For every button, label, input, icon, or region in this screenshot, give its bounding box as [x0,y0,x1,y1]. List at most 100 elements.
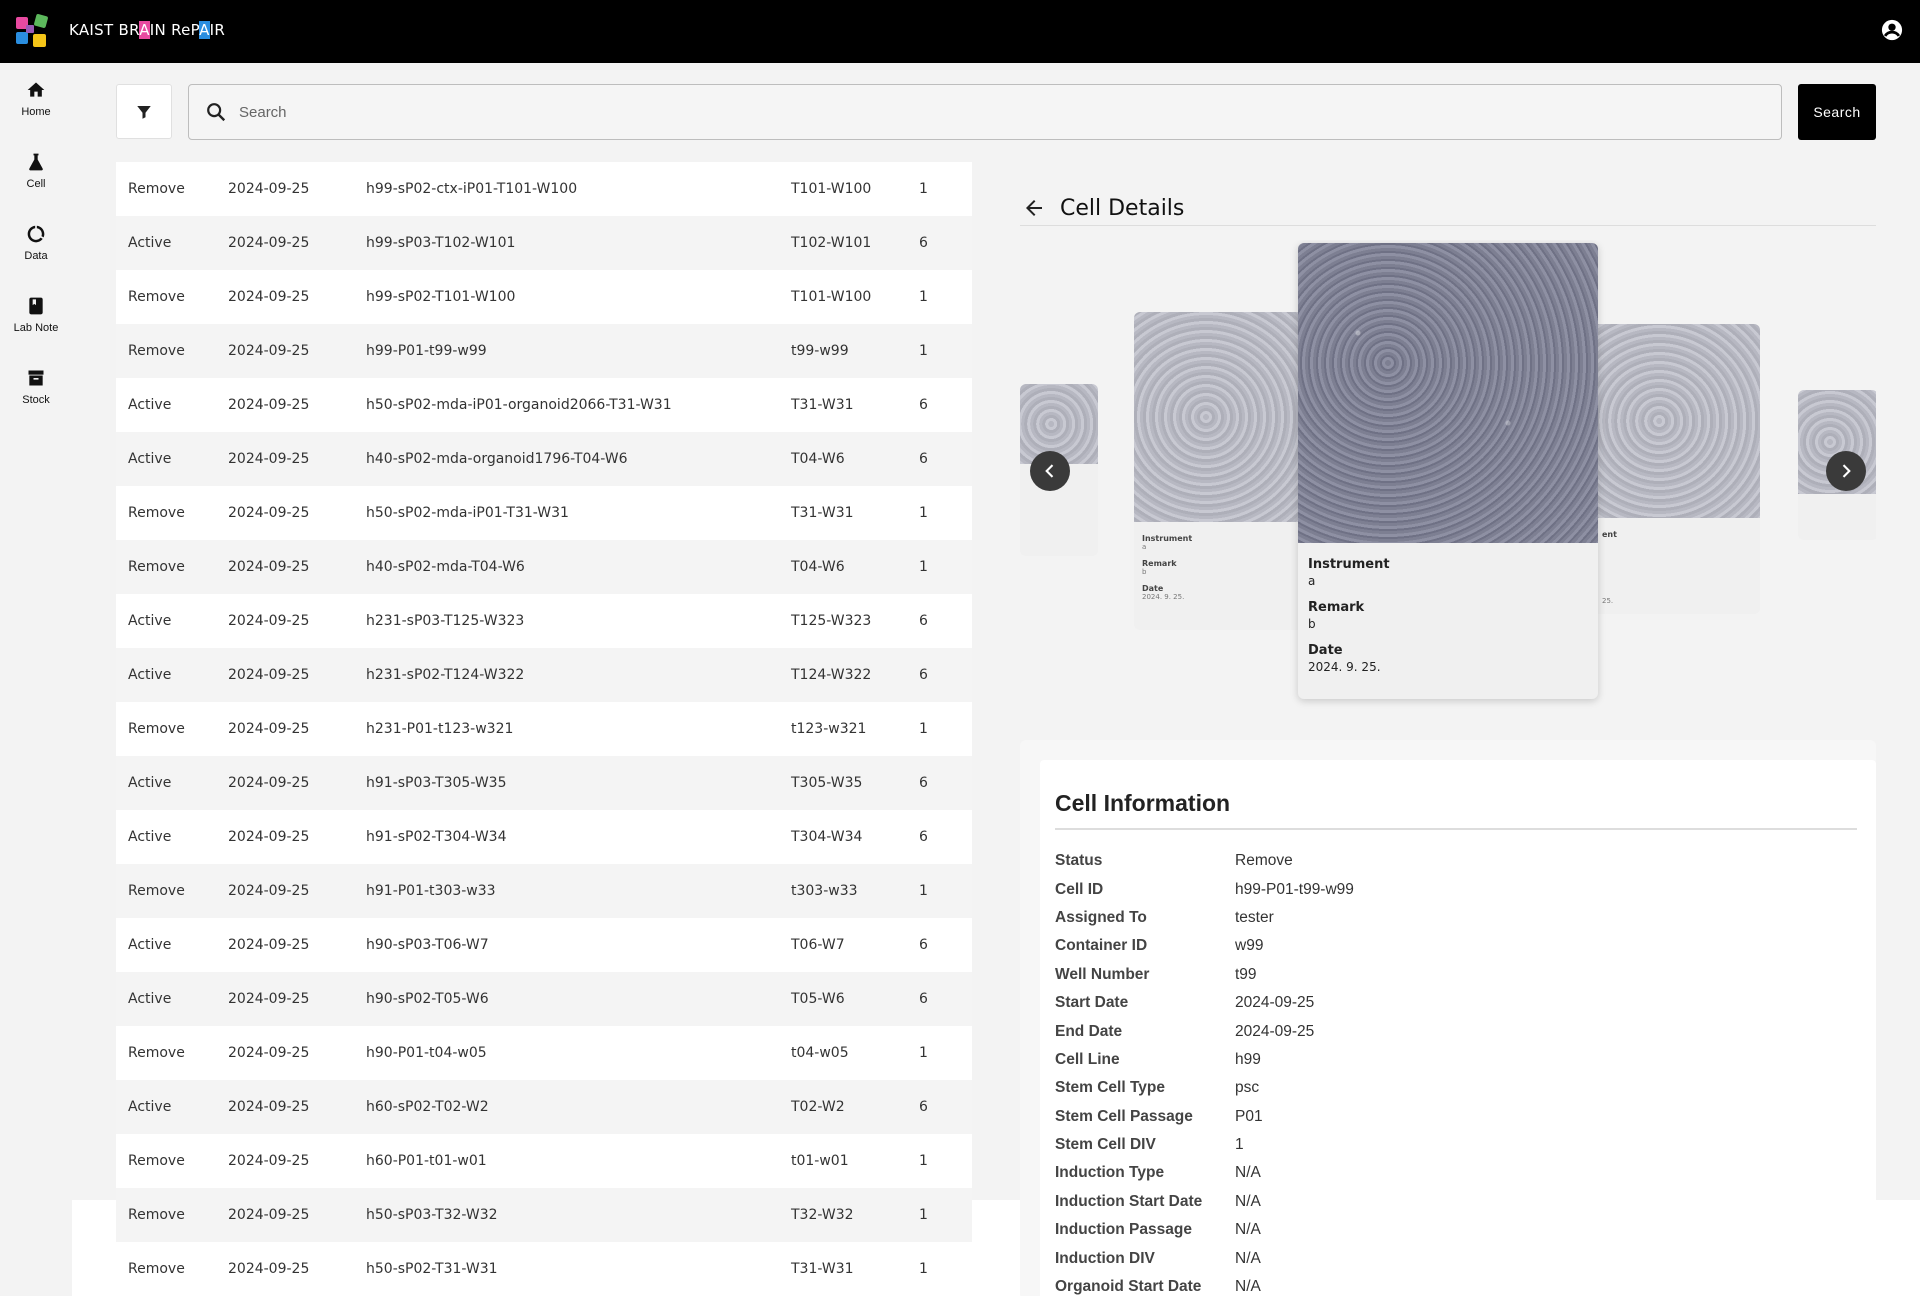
sidebar-item-home[interactable]: Home [0,80,72,118]
table-row[interactable]: Remove 2024-09-25 h91-P01-t303-w33 t303-w33… [116,864,972,918]
table-row[interactable]: Remove 2024-09-25 h40-sP02-mda-T04-W6 T04-W… [116,540,972,594]
carousel-next-button[interactable] [1826,451,1866,491]
table-row[interactable]: Active 2024-09-25 h91-sP02-T304-W34 T304-W3… [116,810,972,864]
info-value: psc [1235,1079,1260,1097]
info-label: Stem Cell Passage [1055,1107,1193,1125]
home-icon [27,82,45,97]
count-cell: 6 [919,613,928,629]
table-row[interactable]: Remove 2024-09-25 h99-sP02-T101-W100 T101-W… [116,270,972,324]
table-row[interactable]: Active 2024-09-25 h90-sP02-T05-W6 T05-W6 6 [116,972,972,1026]
card-meta: ent 25. [1592,518,1760,614]
info-label: Status [1055,852,1103,870]
carousel-card-selected[interactable]: Instrument a Remark b Date 2024. 9. 25. [1298,243,1598,699]
count-cell: 1 [919,1153,928,1169]
table-row[interactable]: Active 2024-09-25 h91-sP03-T305-W35 T305-W3… [116,756,972,810]
well-cell: t99-w99 [791,343,849,359]
table-row[interactable]: Active 2024-09-25 h231-sP02-T124-W322 T124-… [116,648,972,702]
sidebar-item-lab-note[interactable]: Lab Note [0,296,72,334]
remark-label: Remark [1308,600,1365,615]
status-cell: Remove [128,1261,185,1277]
table-row[interactable]: Remove 2024-09-25 h60-P01-t01-w01 t01-w01 1 [116,1134,972,1188]
well-cell: T31-W31 [791,397,854,413]
well-cell: T04-W6 [791,451,845,467]
info-row: Stem Cell DIV 1 [1055,1131,1855,1159]
date-cell: 2024-09-25 [228,1261,310,1277]
sidebar-item-label: Home [21,106,51,118]
well-cell: t04-w05 [791,1045,849,1061]
sidebar-item-label: Data [24,250,48,262]
table-row[interactable]: Remove 2024-09-25 h50-sP02-T31-W31 T31-W31 1 [116,1242,972,1296]
sidebar-item-label: Stock [22,394,50,406]
info-value: w99 [1235,937,1264,955]
status-cell: Remove [128,1153,185,1169]
table-row[interactable]: Active 2024-09-25 h60-sP02-T02-W2 T02-W2 6 [116,1080,972,1134]
carousel-card-left[interactable]: Instrument a Remark b Date 2024. 9. 25. [1134,312,1314,630]
well-cell: t303-w33 [791,883,858,899]
search-button[interactable]: Search [1798,84,1876,140]
table-row[interactable]: Remove 2024-09-25 h99-P01-t99-w99 t99-w99 1 [116,324,972,378]
cell-id-cell: h231-P01-t123-w321 [366,721,514,737]
count-cell: 1 [919,1207,928,1223]
table-row[interactable]: Active 2024-09-25 h90-sP03-T06-W7 T06-W7 6 [116,918,972,972]
filter-button[interactable] [116,84,172,139]
table-row[interactable]: Active 2024-09-25 h99-sP03-T102-W101 T102-W… [116,216,972,270]
app-logo-icon[interactable] [15,14,52,49]
info-value: h99-P01-t99-w99 [1235,880,1354,898]
status-cell: Remove [128,559,185,575]
table-row[interactable]: Remove 2024-09-25 h50-sP02-mda-iP01-T31-W3… [116,486,972,540]
sidebar-item-stock[interactable]: Stock [0,368,72,406]
info-label: Well Number [1055,965,1150,983]
count-cell: 1 [919,721,928,737]
remark-label: Remark [1142,559,1177,568]
count-cell: 6 [919,667,928,683]
table-row[interactable]: Remove 2024-09-25 h50-sP03-T32-W32 T32-W32 1 [116,1188,972,1242]
cell-id-cell: h50-sP02-mda-iP01-organoid2066-T31-W31 [366,397,672,413]
app-title[interactable]: KAIST BRAIN RePAIR [69,21,225,39]
info-row: Cell Line h99 [1055,1046,1855,1074]
sidebar-item-data[interactable]: Data [0,224,72,262]
status-cell: Remove [128,505,185,521]
status-cell: Remove [128,289,185,305]
cell-id-cell: h99-sP02-T101-W100 [366,289,516,305]
table-row[interactable]: Active 2024-09-25 h50-sP02-mda-iP01-organo… [116,378,972,432]
back-arrow-icon[interactable] [1022,196,1046,220]
info-value: Remove [1235,852,1293,870]
brand-part: KAIST BR [69,21,140,39]
account-icon[interactable] [1881,19,1903,41]
info-row: Status Remove [1055,847,1855,875]
info-label: Induction DIV [1055,1249,1155,1267]
cell-id-cell: h90-P01-t04-w05 [366,1045,487,1061]
table-row[interactable]: Remove 2024-09-25 h231-P01-t123-w321 t123-w… [116,702,972,756]
cell-information-title: Cell Information [1055,790,1231,816]
table-row[interactable]: Remove 2024-09-25 h90-P01-t04-w05 t04-w05 1 [116,1026,972,1080]
count-cell: 6 [919,235,928,251]
info-label: Cell Line [1055,1050,1120,1068]
status-cell: Active [128,667,172,683]
status-cell: Remove [128,1207,185,1223]
status-cell: Active [128,775,172,791]
info-value: N/A [1235,1249,1261,1267]
table-row[interactable]: Remove 2024-09-25 h99-sP02-ctx-iP01-T101-W… [116,162,972,216]
carousel-prev-button[interactable] [1030,451,1070,491]
instrument-value: a [1308,574,1316,588]
image-carousel: Instrument a Remark b Date 2024. 9. 25. … [1020,240,1876,710]
count-cell: 1 [919,505,928,521]
table-row[interactable]: Active 2024-09-25 h231-sP03-T125-W323 T125-… [116,594,972,648]
info-row: Assigned To tester [1055,904,1855,932]
donut-chart-icon [27,225,45,243]
status-cell: Active [128,1099,172,1115]
carousel-card-right[interactable]: ent 25. [1592,324,1760,614]
count-cell: 6 [919,397,928,413]
brand-highlight-a: A [199,21,210,39]
count-cell: 1 [919,883,928,899]
cell-details-panel: Cell Details Instrument a Remark b Date … [1020,162,1876,1296]
info-value: 2024-09-25 [1235,994,1315,1012]
sidebar-item-cell[interactable]: Cell [0,152,72,190]
cell-id-cell: h60-P01-t01-w01 [366,1153,487,1169]
table-row[interactable]: Active 2024-09-25 h40-sP02-mda-organoid179… [116,432,972,486]
search-input[interactable] [239,103,1739,121]
top-app-bar: KAIST BRAIN RePAIR [0,0,1920,63]
cell-information-section: Cell Information Status Remove Cell ID h99-… [1020,740,1876,1296]
card-meta: Instrument a Remark b Date 2024. 9. 25. [1134,522,1314,617]
search-field[interactable] [188,84,1782,140]
